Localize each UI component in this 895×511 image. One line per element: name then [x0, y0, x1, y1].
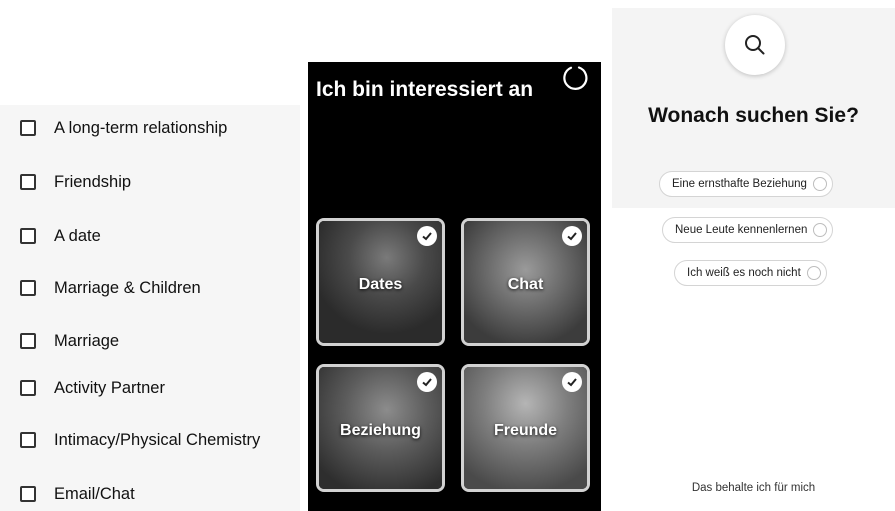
- option-email-chat[interactable]: Email/Chat: [20, 481, 135, 507]
- question-title: Wonach suchen Sie?: [648, 104, 859, 127]
- option-label: A date: [54, 226, 101, 245]
- option-a-date[interactable]: A date: [20, 223, 101, 249]
- looking-for-panel: Wonach suchen Sie? Eine ernsthafte Bezie…: [612, 8, 895, 511]
- selected-check-icon: [562, 372, 582, 392]
- selected-check-icon: [417, 226, 437, 246]
- option-activity-partner[interactable]: Activity Partner: [20, 375, 165, 401]
- checkbox[interactable]: [20, 280, 36, 296]
- interest-checklist-panel: A long-term relationship Friendship A da…: [0, 105, 300, 511]
- option-label: Intimacy/Physical Chemistry: [54, 430, 261, 449]
- selected-check-icon: [562, 226, 582, 246]
- tile-label: Beziehung: [340, 422, 421, 439]
- radio-button[interactable]: [813, 223, 828, 237]
- tile-chat[interactable]: Chat: [461, 218, 590, 346]
- page-title: Ich bin interessiert an: [316, 78, 534, 101]
- tile-dates[interactable]: Dates: [316, 218, 445, 346]
- option-ernsthafte-beziehung[interactable]: Eine ernsthafte Beziehung: [659, 171, 833, 197]
- selected-check-icon: [417, 372, 437, 392]
- option-label: Ich weiß es noch nicht: [687, 267, 801, 279]
- option-long-term-relationship[interactable]: A long-term relationship: [20, 115, 227, 141]
- option-label: Marriage: [54, 331, 120, 350]
- loading-spinner-icon: [563, 66, 588, 90]
- skip-link[interactable]: Das behalte ich für mich: [612, 482, 895, 494]
- option-label: Activity Partner: [54, 378, 165, 397]
- option-label: A long-term relationship: [54, 118, 228, 137]
- tile-label: Dates: [358, 276, 403, 293]
- option-friendship[interactable]: Friendship: [20, 169, 131, 195]
- option-neue-leute[interactable]: Neue Leute kennenlernen: [662, 217, 834, 243]
- radio-button[interactable]: [806, 266, 821, 280]
- checkbox[interactable]: [20, 174, 36, 190]
- option-weiss-nicht[interactable]: Ich weiß es noch nicht: [674, 260, 827, 286]
- option-marriage-children[interactable]: Marriage & Children: [20, 275, 201, 301]
- checkbox[interactable]: [20, 486, 36, 502]
- tile-freunde[interactable]: Freunde: [461, 364, 590, 492]
- checkbox[interactable]: [20, 432, 36, 448]
- option-label: Neue Leute kennenlernen: [675, 224, 808, 236]
- option-label: Friendship: [54, 172, 132, 191]
- search-badge: [725, 15, 785, 75]
- checkbox[interactable]: [20, 333, 36, 349]
- search-icon: [745, 35, 765, 55]
- tile-label: Freunde: [493, 422, 558, 439]
- checkbox[interactable]: [20, 380, 36, 396]
- option-label: Marriage & Children: [54, 278, 201, 297]
- checkbox[interactable]: [20, 228, 36, 244]
- option-label: Eine ernsthafte Beziehung: [672, 178, 807, 190]
- option-label: Email/Chat: [54, 484, 135, 503]
- radio-button[interactable]: [812, 177, 827, 191]
- option-marriage[interactable]: Marriage: [20, 328, 119, 354]
- tile-beziehung[interactable]: Beziehung: [316, 364, 445, 492]
- option-intimacy[interactable]: Intimacy/Physical Chemistry: [20, 427, 260, 453]
- interest-grid-panel: Ich bin interessiert an Dates Chat Bezie…: [308, 62, 601, 511]
- checkbox[interactable]: [20, 120, 36, 136]
- tile-label: Chat: [507, 276, 544, 293]
